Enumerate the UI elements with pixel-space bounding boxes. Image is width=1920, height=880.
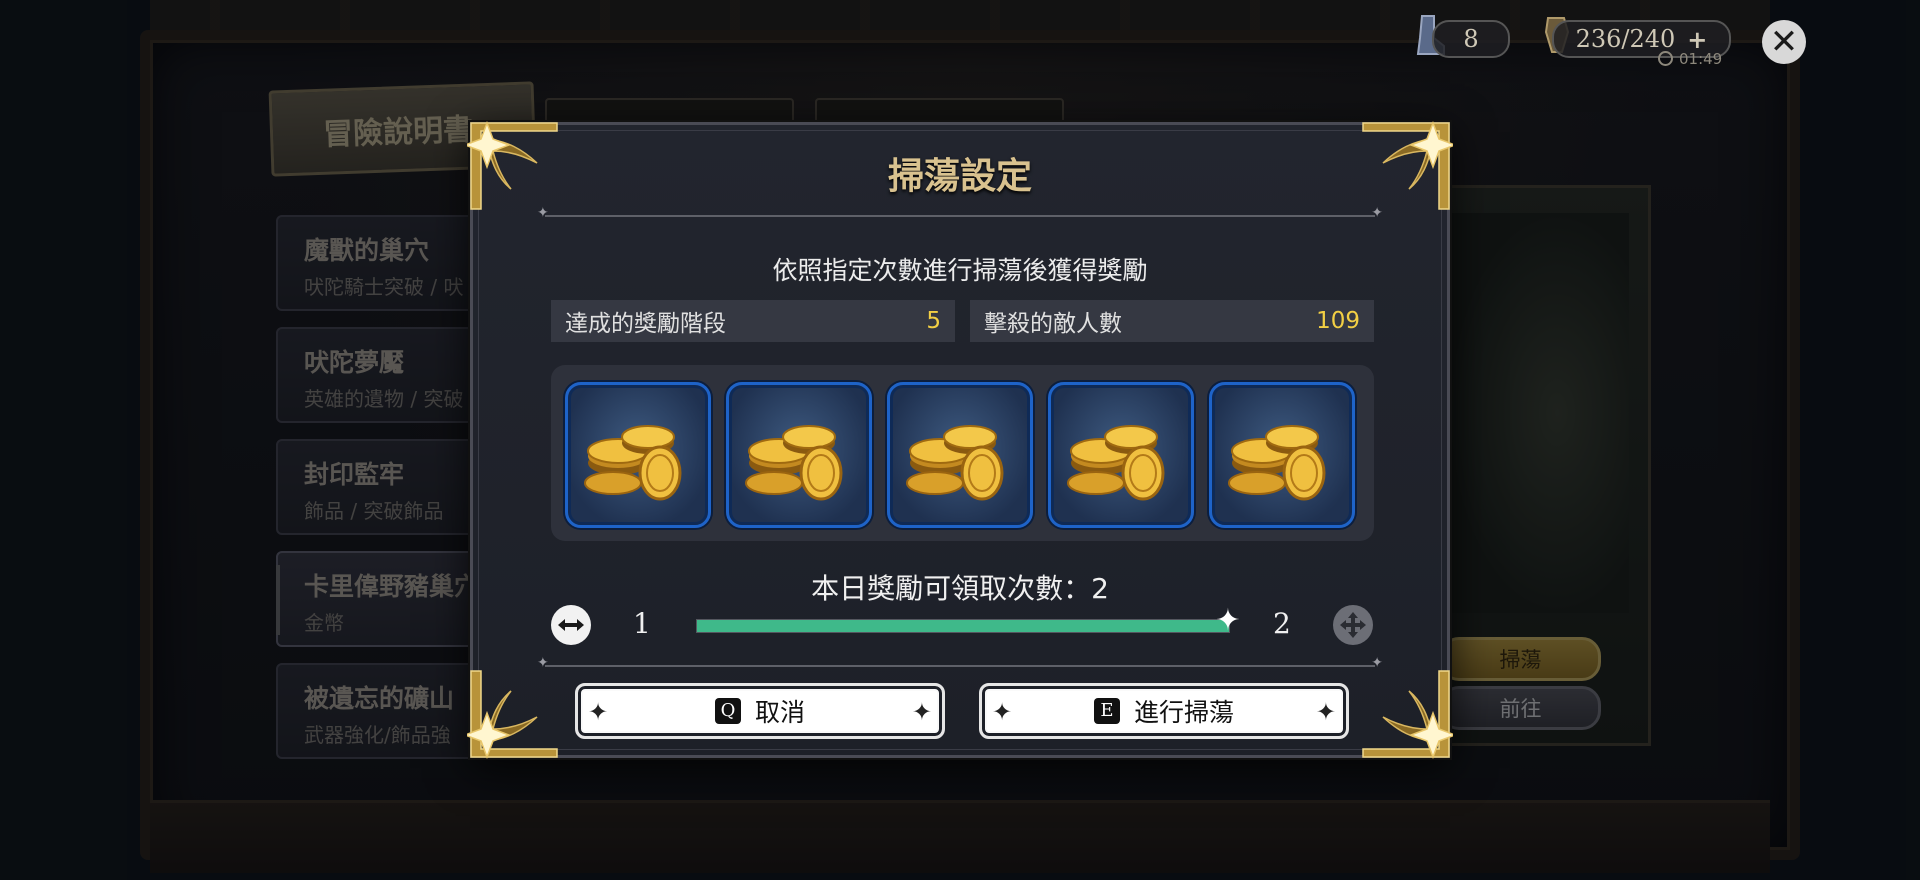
slider-max-value: 2 <box>1273 607 1291 640</box>
title-divider <box>537 205 1383 221</box>
dungeon-name: 卡里偉野豬巢穴 <box>304 572 480 601</box>
increase-button[interactable] <box>1333 605 1373 645</box>
reward-list <box>551 365 1374 541</box>
dungeon-sub: 武器強化/飾品強 <box>304 723 451 747</box>
dialog-subtitle: 依照指定次數進行掃蕩後獲得獎勵 <box>772 256 1148 285</box>
reward-slot[interactable] <box>1209 382 1355 528</box>
dungeon-sub: 英雄的遺物 / 突破 <box>304 387 464 411</box>
sweep-count-slider[interactable] <box>696 619 1230 633</box>
e-key-icon: E <box>1093 698 1120 724</box>
background-goto-button[interactable]: 前往 <box>1440 686 1601 730</box>
reward-stage-label: 達成的獎勵階段 <box>565 311 726 337</box>
dungeon-item[interactable]: 被遺忘的礦山 武器強化/飾品強 <box>276 663 496 759</box>
reward-slot[interactable] <box>1048 382 1194 528</box>
dungeon-item-selected[interactable]: 卡里偉野豬巢穴 金幣 <box>276 551 496 647</box>
increase-arrows-icon <box>1340 612 1366 638</box>
dungeon-name: 吠陀夢魘 <box>304 348 405 377</box>
bottom-divider <box>537 655 1383 671</box>
gold-coins-icon <box>1067 425 1165 501</box>
cancel-label: 取消 <box>754 698 805 727</box>
background-goto-label: 前往 <box>1499 697 1542 721</box>
daily-claims-text: 本日獎勵可領取次數：2 <box>811 572 1109 605</box>
timer-value: 01:49 <box>1679 50 1723 68</box>
gold-coins-icon <box>584 425 682 501</box>
close-button[interactable]: ✕ <box>1762 20 1806 64</box>
stamina-value: 236/240 <box>1575 25 1676 53</box>
reward-slot[interactable] <box>887 382 1033 528</box>
dungeon-sub: 飾品 / 突破飾品 <box>304 499 444 523</box>
dungeon-name: 被遺忘的礦山 <box>304 684 455 713</box>
sparkle-icon: ✦ <box>588 698 609 726</box>
reward-stage-stat: 達成的獎勵階段 5 <box>551 300 955 342</box>
corner-ornament-icon <box>1362 670 1453 760</box>
kills-label: 擊殺的敵人數 <box>984 311 1122 337</box>
gold-coins-icon <box>745 425 843 501</box>
sparkle-icon: ✦ <box>1315 698 1336 726</box>
start-sweep-button[interactable]: ✦ E 進行掃蕩 ✦ <box>979 683 1349 739</box>
dungeon-item[interactable]: 封印監牢 飾品 / 突破飾品 <box>276 439 496 535</box>
decrease-arrows-icon <box>558 619 584 631</box>
start-sweep-label: 進行掃蕩 <box>1133 698 1234 727</box>
clock-icon <box>1658 51 1673 66</box>
dialog-title: 掃蕩設定 <box>887 155 1032 197</box>
background-bottom-trim <box>150 800 1770 873</box>
gold-coins-icon <box>1228 425 1326 501</box>
selected-accent <box>276 565 280 635</box>
slider-thumb[interactable]: ✦ <box>1213 606 1243 636</box>
dungeon-item[interactable]: 魔獸的巢穴 吠陀騎士突破 / 吠 <box>276 215 496 311</box>
sparkle-icon: ✦ <box>911 698 932 726</box>
tree-illustration <box>1449 213 1629 613</box>
kills-stat: 擊殺的敵人數 109 <box>970 300 1374 342</box>
dungeon-sub: 吠陀騎士突破 / 吠 <box>304 275 464 299</box>
background-sweep-button[interactable]: 掃蕩 <box>1440 637 1601 681</box>
kills-value: 109 <box>1316 308 1360 334</box>
slider-min-value: 1 <box>633 607 651 640</box>
cancel-button[interactable]: ✦ Q 取消 ✦ <box>575 683 945 739</box>
decrease-button[interactable] <box>551 605 591 645</box>
dungeon-list: 魔獸的巢穴 吠陀騎士突破 / 吠 吠陀夢魘 英雄的遺物 / 突破 封印監牢 飾品… <box>276 215 496 775</box>
sweep-settings-dialog: 掃蕩設定 依照指定次數進行掃蕩後獲得獎勵 達成的獎勵階段 5 擊殺的敵人數 10… <box>467 120 1453 760</box>
q-key-icon: Q <box>714 698 741 724</box>
stamina-left-counter: 8 <box>1432 20 1510 58</box>
timer: 01:49 <box>1658 50 1722 68</box>
slider-fill <box>697 620 1229 632</box>
reward-stage-value: 5 <box>926 308 941 334</box>
background-sweep-label: 掃蕩 <box>1499 648 1542 672</box>
dungeon-name: 封印監牢 <box>304 460 405 489</box>
reward-slot[interactable] <box>726 382 872 528</box>
reward-slot[interactable] <box>565 382 711 528</box>
stamina-left-value: 8 <box>1463 25 1479 53</box>
sparkle-icon: ✦ <box>992 698 1013 726</box>
dungeon-sub: 金幣 <box>304 611 344 635</box>
book-title: 冒險說明書 <box>322 112 474 153</box>
corner-ornament-icon <box>467 670 558 760</box>
gold-coins-icon <box>906 425 1004 501</box>
dungeon-name: 魔獸的巢穴 <box>304 236 430 265</box>
dungeon-item[interactable]: 吠陀夢魘 英雄的遺物 / 突破 <box>276 327 496 423</box>
